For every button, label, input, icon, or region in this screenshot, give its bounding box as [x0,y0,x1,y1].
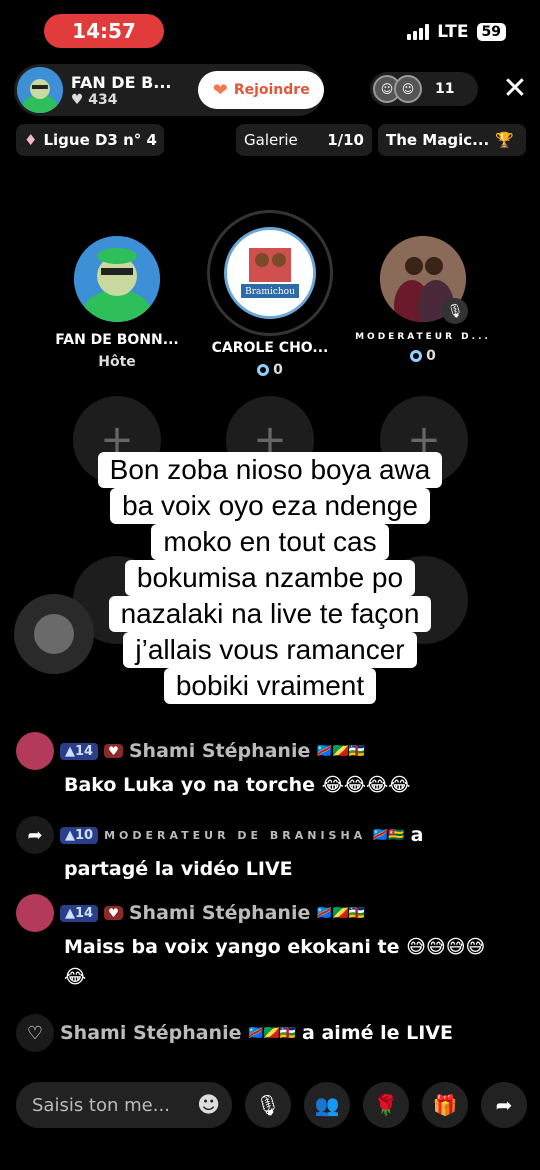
points-icon [257,364,270,376]
flags: 🇨🇩🇨🇬🇨🇫 [316,743,365,759]
chat-message[interactable]: ➦ ▲10 MODERATEUR DE BRANISHA 🇨🇩🇹🇬 a part… [16,816,526,884]
seat-guest-1[interactable]: Bramichou CAROLE CHO... 0 [185,210,355,378]
caption-line: Bon zoba nioso boya awa [97,452,443,488]
seat-guest-2[interactable]: 🎙 MODERATEUR D... 0 [338,236,508,364]
gift-icon[interactable]: 🎁 [422,1082,468,1128]
flags: 🇨🇩🇨🇬🇨🇫 [247,1025,297,1041]
join-heart-icon: ❤ [212,79,228,101]
seat-name: FAN DE BONN... [55,332,179,348]
message-text: Maiss ba voix yango ekokani te 😅😅😅😅 [64,936,486,958]
caption-line: ba voix oyo eza ndenge [110,488,430,524]
mic-muted-icon: 🎙 [442,298,468,324]
network-label: LTE [437,22,469,42]
battery-icon: 59 [476,23,506,41]
points-icon [410,350,423,362]
action-text: a aimé le LIVE [302,1022,453,1044]
caption-line: nazalaki na live te façon [108,596,432,632]
mic-off-icon[interactable]: 🎙 [245,1082,291,1128]
viewer-count: 11 [435,81,455,97]
diamond-icon: ♦ [24,131,38,149]
heart-outline-icon: ♡ [16,1014,54,1052]
seat-name: MODERATEUR D... [355,332,491,342]
level-badge: ▲10 [60,826,99,844]
seat-role: Hôte [98,354,136,370]
message-text: partagé la vidéo LIVE [64,858,293,880]
join-button[interactable]: ❤ Rejoindre [198,71,324,109]
guests-icon[interactable]: 👥 [304,1082,350,1128]
chat-message[interactable]: ▲14 ♥ Shami Stéphanie 🇨🇩🇨🇬🇨🇫 Bako Luka y… [16,732,526,800]
seat-host[interactable]: FAN DE BONN... Hôte [32,236,202,370]
level-badge: ▲14 [60,904,99,922]
svg-text:Bramichou: Bramichou [245,287,295,297]
action-text: a [410,824,424,846]
close-icon[interactable]: ✕ [498,72,532,106]
speaking-ring: Bramichou [207,210,333,336]
magic-chip[interactable]: The Magic... 🏆 [378,124,526,156]
viewers-pill[interactable]: ☺ ☺ 11 [370,72,478,106]
share-icon: ➦ [16,816,54,854]
fan-heart-icon: ♥ [104,744,123,758]
username[interactable]: Shami Stéphanie [129,902,310,924]
username[interactable]: Shami Stéphanie [129,740,310,762]
viewer-avatar: ☺ [394,75,422,103]
chat-message[interactable]: ▲14 ♥ Shami Stéphanie 🇨🇩🇨🇬🇨🇫 Maiss ba vo… [16,894,526,992]
chat-message[interactable]: ♡ Shami Stéphanie 🇨🇩🇨🇬🇨🇫 a aimé le LIVE [16,1014,526,1052]
seat-avatar: Bramichou [224,227,316,319]
user-avatar[interactable] [16,894,54,932]
host-pill[interactable]: FAN DE B... ♥ 434 ❤ Rejoindre [14,64,324,116]
seat-avatar [74,236,160,322]
comment-input[interactable]: Saisis ton me... ☻ [16,1082,232,1128]
message-text: Bako Luka yo na torche 😂😂😂😂 [64,774,411,796]
username[interactable]: Shami Stéphanie [60,1022,241,1044]
emoji-icon[interactable]: ☻ [197,1093,220,1118]
comment-placeholder: Saisis ton me... [32,1094,170,1116]
level-badge: ▲14 [60,742,99,760]
caption-line: moko en tout cas [151,524,389,560]
flags: 🇨🇩🇹🇬 [372,827,405,843]
host-name: FAN DE B... [70,72,172,92]
flags: 🇨🇩🇨🇬🇨🇫 [316,905,365,921]
trophy-icon: 🏆 [495,131,514,149]
caption-overlay: Bon zoba nioso boya awa ba voix oyo eza … [0,452,540,704]
fan-heart-icon: ♥ [104,906,123,920]
user-avatar[interactable] [16,732,54,770]
status-time: 14:57 [44,14,164,48]
seat-name: CAROLE CHO... [211,340,329,356]
league-chip[interactable]: ♦ Ligue D3 n° 4 [16,124,164,156]
host-avatar[interactable] [17,67,63,113]
signal-icon [407,24,430,40]
host-likes: ♥ 434 [70,91,118,108]
status-indicators: LTE 59 [407,22,506,42]
message-text-cont: 😂 [64,966,87,988]
share-button-icon[interactable]: ➦ [481,1082,527,1128]
caption-line: bobiki vraiment [163,668,377,704]
gallery-chip[interactable]: Galerie 1/10 [236,124,372,156]
seat-points: 0 [273,362,283,378]
seat-points: 0 [426,348,436,364]
caption-line: j’allais vous ramancer [123,632,417,668]
heart-icon: ♥ [70,91,84,108]
username[interactable]: MODERATEUR DE BRANISHA [104,829,366,842]
caption-line: bokumisa nzambe po [124,560,416,596]
rose-gift-icon[interactable]: 🌹 [363,1082,409,1128]
